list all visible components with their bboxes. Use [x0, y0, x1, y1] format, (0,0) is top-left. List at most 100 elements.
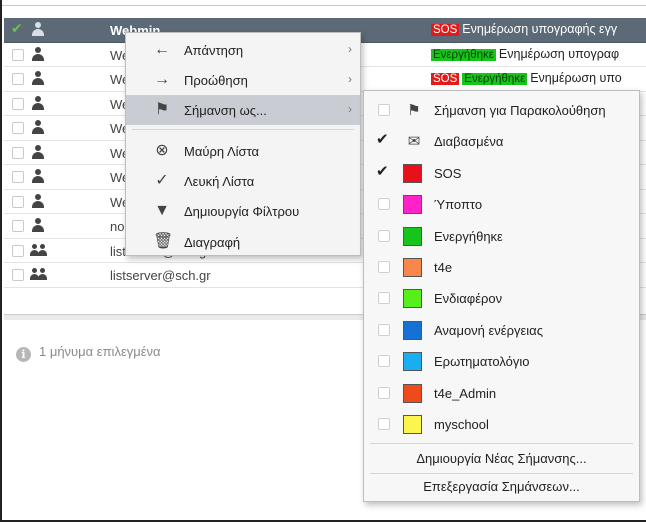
flag-menu-label: Ύποπτο	[434, 197, 483, 213]
flag-checkbox[interactable]	[378, 292, 390, 305]
flag-menu-item[interactable]: Ενεργήθηκε	[364, 221, 639, 252]
flag-menu-label: myschool	[434, 417, 489, 432]
subject-text: Ενημέρωση υπογραφ	[498, 46, 620, 61]
flag-menu-label: Σήμανση για Παρακολούθηση	[434, 103, 606, 118]
row-checkbox[interactable]	[11, 20, 24, 37]
color-swatch	[403, 289, 422, 309]
row-checkbox[interactable]	[12, 195, 24, 208]
person-icon	[32, 71, 44, 85]
group-icon	[30, 243, 48, 258]
row-checkbox[interactable]	[12, 269, 24, 281]
create-flag-button[interactable]: Δημιουργία Νέας Σήμανσης...	[364, 444, 639, 474]
chevron-right-icon: ›	[348, 72, 352, 86]
person-icon	[32, 95, 44, 110]
chevron-right-icon: ›	[348, 102, 352, 116]
top-strip	[2, 0, 646, 6]
flag-checkbox[interactable]	[378, 104, 390, 116]
row-checkbox[interactable]	[12, 73, 24, 85]
flag-checkbox[interactable]	[378, 229, 390, 242]
row-checkbox[interactable]	[12, 97, 24, 110]
row-checkbox[interactable]	[12, 244, 24, 257]
checkmark-icon: ✔	[376, 131, 389, 149]
context-menu-item[interactable]: → Προώθηση ›	[126, 65, 360, 95]
flag-menu-item[interactable]: Ερωτηματολόγιο	[364, 346, 639, 377]
flag-menu-label: t4e_Admin	[434, 385, 497, 401]
subject-text: Ενημέρωση υπο	[530, 71, 622, 85]
context-menu-label: Απάντηση	[184, 43, 244, 58]
color-swatch	[403, 383, 422, 403]
tag-badge: SOS	[431, 24, 460, 36]
flag-menu-item[interactable]: t4e_Admin	[364, 378, 639, 409]
info-icon: i	[16, 347, 31, 362]
color-swatch	[403, 226, 422, 246]
subject: Ενεργήθηκε Ενημέρωση υπογραφ	[431, 47, 619, 61]
person-icon	[32, 22, 44, 36]
flag-menu-label: Ενδιαφέρον	[434, 291, 503, 307]
flag-checkbox[interactable]	[378, 198, 390, 211]
tag-badge: SOS	[431, 73, 460, 85]
chevron-right-icon: ›	[348, 42, 352, 56]
flag-menu-item[interactable]: ✔ SOS	[364, 158, 639, 189]
flag-menu-item[interactable]: ✔ ✉ Διαβασμένα	[364, 126, 639, 157]
context-menu-item[interactable]: 🗑 Διαγραφή	[126, 227, 360, 257]
context-menu-item[interactable]: ⊗ Μαύρη Λίστα	[126, 136, 360, 166]
menu-separator	[132, 129, 354, 130]
flag-menu-label: Διαβασμένα	[434, 134, 504, 150]
sender-name: listserver@sch.gr	[110, 268, 211, 283]
subject: SOS Ενεργήθηκε Ενημέρωση υπο	[431, 71, 622, 85]
selection-status-text: 1 μήνυμα επιλεγμένα	[39, 344, 161, 359]
context-menu-item[interactable]: ⚑ Σήμανση ως... ›	[126, 95, 360, 125]
color-swatch	[403, 320, 422, 340]
context-menu-item[interactable]: ▼ Δημιουργία Φίλτρου	[126, 196, 360, 226]
context-menu-label: Λευκή Λίστα	[184, 174, 255, 189]
flag-checkbox[interactable]	[378, 386, 390, 399]
funnel-icon: ▼	[154, 202, 170, 219]
color-swatch	[403, 258, 422, 277]
context-menu-item[interactable]: ✓ Λευκή Λίστα	[126, 166, 360, 196]
flag-menu-item[interactable]: ⚑ Σήμανση για Παρακολούθηση	[364, 95, 639, 126]
row-checkbox[interactable]	[12, 220, 24, 232]
color-swatch	[403, 195, 422, 215]
color-swatch	[403, 415, 422, 434]
group-icon	[30, 268, 48, 282]
person-icon	[32, 120, 44, 134]
flag-menu-label: Αναμονή ενέργειας	[434, 322, 543, 338]
row-checkbox[interactable]	[12, 48, 24, 61]
tag-badge: Ενεργήθηκε	[462, 73, 528, 85]
flag-checkbox[interactable]	[378, 355, 390, 368]
circle-x-icon: ⊗	[155, 142, 169, 159]
arrow-left-icon: ←	[154, 41, 170, 58]
flag-menu-item[interactable]: Αναμονή ενέργειας	[364, 315, 639, 346]
row-checkbox[interactable]	[12, 146, 24, 159]
context-menu-label: Σήμανση ως...	[184, 103, 267, 118]
person-icon	[32, 46, 44, 61]
flag-checkbox[interactable]	[378, 323, 390, 336]
row-checkbox[interactable]	[12, 171, 24, 183]
flag-checkbox[interactable]	[378, 261, 390, 273]
flag-checkbox[interactable]	[378, 418, 390, 430]
tag-badge: Ενεργήθηκε	[431, 48, 496, 61]
context-menu-item[interactable]: ← Απάντηση ›	[126, 35, 360, 65]
person-icon	[32, 193, 44, 208]
arrow-right-icon: →	[154, 71, 170, 88]
context-menu-label: Προώθηση	[184, 73, 248, 88]
flag-menu-item[interactable]: t4e	[364, 252, 639, 283]
subject: SOS Ενημέρωση υπογραφής εγγ	[431, 22, 617, 36]
flag-icon: ⚑	[154, 101, 170, 118]
flag-menu-item[interactable]: Ενδιαφέρον	[364, 283, 639, 314]
color-swatch	[403, 163, 422, 183]
selection-status: i 1 μήνυμα επιλεγμένα	[16, 344, 161, 362]
person-icon	[32, 169, 44, 183]
edit-flags-button[interactable]: Επεξεργασία Σημάνσεων...	[364, 472, 639, 502]
person-icon	[32, 218, 44, 232]
flag-menu-item[interactable]: Ύποπτο	[364, 189, 639, 220]
person-icon	[32, 144, 44, 159]
flag-menu-label: t4e	[434, 260, 453, 275]
flag-menu-item[interactable]: myschool	[364, 409, 639, 440]
trash-icon: 🗑	[153, 233, 174, 250]
context-menu-label: Μαύρη Λίστα	[184, 144, 260, 159]
flag-menu-label: SOS	[434, 165, 462, 181]
color-swatch	[403, 352, 422, 372]
context-menu-label: Δημιουργία Φίλτρου	[184, 204, 300, 219]
row-checkbox[interactable]	[12, 122, 24, 134]
